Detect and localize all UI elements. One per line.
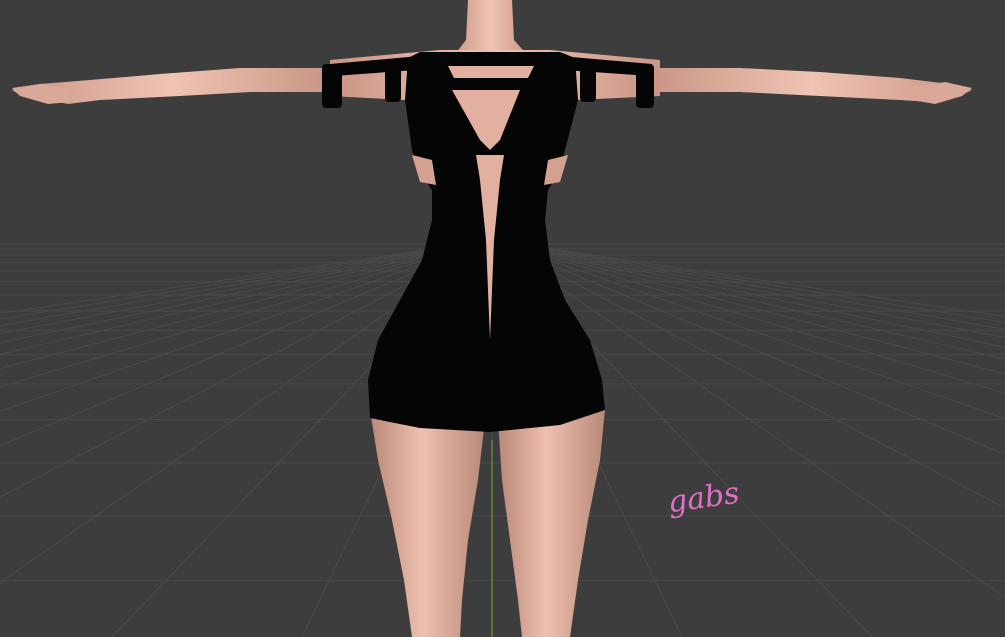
dress-cutout-neck bbox=[448, 66, 534, 78]
left-leg bbox=[370, 410, 485, 637]
watermark-signature: gabs bbox=[666, 476, 742, 521]
left-arm-band bbox=[322, 64, 342, 108]
viewport-canvas[interactable]: gabs bbox=[0, 0, 1005, 637]
neck bbox=[452, 0, 530, 58]
right-arm-band bbox=[636, 64, 654, 108]
right-arm-band-2 bbox=[580, 60, 596, 102]
right-leg bbox=[498, 410, 605, 637]
3d-viewport[interactable]: gabs bbox=[0, 0, 1005, 637]
left-arm-band-2 bbox=[385, 60, 401, 102]
left-hand bbox=[12, 84, 70, 104]
